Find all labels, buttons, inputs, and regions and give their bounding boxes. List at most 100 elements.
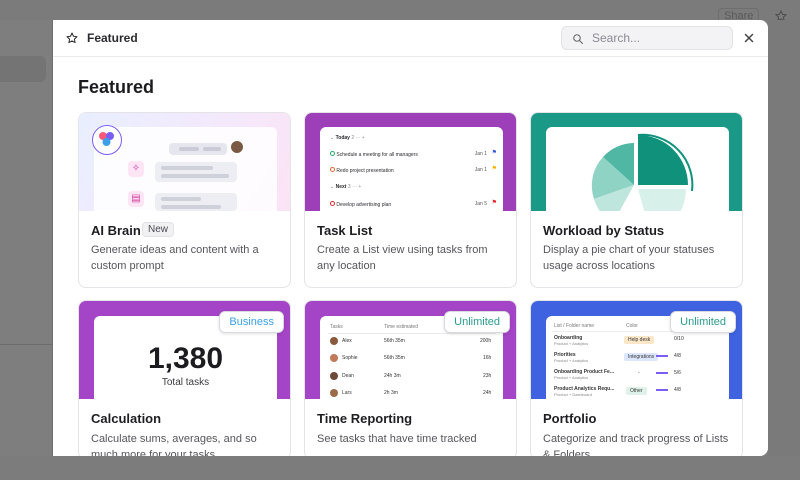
list-subtitle: Product + Analytics — [554, 375, 589, 380]
preview-line — [161, 166, 213, 170]
time-estimated: 24h 3m — [384, 373, 401, 379]
search-box[interactable] — [561, 26, 733, 50]
card-calculation[interactable]: 1,380 Total tasks Business Calculation C… — [78, 300, 291, 456]
card-ai-brain[interactable]: ✧ ▤ AI Brain New Generate ideas and cont… — [78, 112, 291, 288]
task-row: Schedule a meeting for all managers — [330, 151, 488, 158]
column-header: Tasks — [330, 324, 343, 330]
card-thumbnail: ⌄ Today 2 ··· + Schedule a meeting for a… — [305, 113, 516, 211]
avatar — [330, 372, 338, 380]
task-row: Redo project presentation — [330, 167, 488, 174]
card-workload-by-status[interactable]: Workload by Status Display a pie chart o… — [530, 112, 743, 288]
status-icon — [330, 201, 335, 206]
background-divider — [0, 344, 53, 345]
sparkle-icon: ✧ — [128, 161, 144, 177]
flag-icon: ⚑ — [491, 166, 497, 172]
calculation-caption: Total tasks — [161, 377, 210, 388]
card-title: AI Brain — [91, 223, 141, 238]
time-total: 200h — [480, 338, 492, 344]
background-sidebar — [0, 20, 53, 456]
avatar — [330, 389, 338, 397]
card-title: Workload by Status — [543, 223, 665, 238]
business-plan-badge: Business — [219, 311, 284, 333]
list-progress: 4/8 — [674, 353, 681, 359]
task-row: Develop advertising plan — [330, 201, 488, 208]
card-title: Task List — [317, 223, 373, 238]
preview-line — [161, 174, 229, 178]
unlimited-plan-badge: Unlimited — [444, 311, 510, 333]
task-date: Jan 1 — [474, 167, 487, 173]
modal-header: Featured — [53, 20, 768, 57]
task-date: Jan 1 — [474, 151, 487, 157]
color-tag: Help desk — [624, 336, 655, 344]
card-time-reporting[interactable]: Tasks Time estimated Alex 56th 35m 200h … — [304, 300, 517, 456]
search-input[interactable] — [592, 30, 727, 46]
time-estimated: 56th 35m — [384, 355, 405, 361]
pie-slice — [638, 189, 686, 211]
card-description: Create a List view using tasks from any … — [317, 244, 488, 272]
chevron-down-icon: ⌄ — [330, 184, 335, 190]
more-icon: ··· + — [355, 135, 365, 141]
column-header: Color — [626, 323, 638, 329]
close-icon[interactable] — [741, 30, 757, 46]
color-tag: - — [638, 370, 640, 376]
preview-line — [161, 205, 221, 209]
task-title: Redo project presentation — [336, 168, 394, 174]
card-title: Time Reporting — [317, 411, 413, 426]
person-name: Alex — [342, 338, 352, 344]
card-thumbnail: Tasks Time estimated Alex 56th 35m 200h … — [305, 301, 516, 399]
time-estimated: 56th 35m — [384, 338, 405, 344]
background-topbar — [0, 0, 800, 20]
background-right-area — [768, 20, 800, 456]
star-icon — [66, 31, 78, 49]
person-name: Lars — [342, 390, 352, 396]
card-title: Calculation — [91, 411, 162, 426]
time-total: 16h — [483, 355, 492, 361]
task-title: Develop advertising plan — [336, 202, 392, 208]
card-description: Display a pie chart of your statuses usa… — [543, 244, 715, 272]
calculation-value: 1,380 — [147, 342, 224, 375]
chevron-down-icon: ⌄ — [330, 135, 335, 141]
card-title: Portfolio — [543, 411, 597, 426]
group-name: Today — [335, 135, 350, 141]
person-name: Dean — [342, 373, 354, 379]
search-icon — [572, 32, 584, 50]
list-subtitle: Product + Dashboard — [554, 392, 592, 397]
task-title: Schedule a meeting for all managers — [336, 152, 418, 158]
section-title: Featured — [78, 77, 155, 97]
ai-brain-logo-icon — [92, 125, 122, 155]
list-subtitle: Product + Analytics — [554, 341, 589, 346]
group-count: 2 — [351, 135, 355, 141]
card-description: Calculate sums, averages, and so much mo… — [91, 433, 257, 456]
status-icon — [330, 167, 335, 172]
list-progress: 5/6 — [674, 370, 681, 376]
background-bottom — [0, 456, 800, 480]
task-group-header: ⌄ Next 3 ··· + — [330, 184, 488, 190]
color-tag: Integrations — [624, 353, 659, 361]
group-count: 3 — [347, 184, 351, 190]
progress-bar — [656, 372, 668, 374]
card-task-list[interactable]: ⌄ Today 2 ··· + Schedule a meeting for a… — [304, 112, 517, 288]
card-description: Categorize and track progress of Lists &… — [543, 433, 729, 456]
card-thumbnail: List / Folder name Color Onboarding Prod… — [531, 301, 742, 399]
list-progress: 0/10 — [674, 336, 684, 342]
modal-title: Featured — [87, 31, 138, 45]
task-group-header: ⌄ Today 2 ··· + — [330, 135, 488, 141]
task-date: Jan 5 — [474, 201, 487, 207]
divider — [328, 333, 496, 334]
card-portfolio[interactable]: List / Folder name Color Onboarding Prod… — [530, 300, 743, 456]
more-icon: ··· + — [352, 184, 362, 190]
flag-icon: ⚑ — [491, 200, 497, 206]
card-thumbnail — [531, 113, 742, 211]
card-thumbnail: 1,380 Total tasks Business — [79, 301, 290, 399]
preview-line — [179, 147, 199, 151]
card-description: See tasks that have time tracked — [317, 433, 477, 445]
background-sidebar-selected-item — [0, 56, 46, 82]
card-thumbnail: ✧ ▤ — [79, 113, 290, 211]
person-name: Sophie — [342, 355, 358, 361]
preview-line — [161, 197, 201, 201]
pie-slice — [638, 135, 688, 185]
list-progress: 4/8 — [674, 387, 681, 393]
avatar — [230, 140, 244, 154]
flag-icon: ⚑ — [491, 150, 497, 156]
color-tag: Other — [626, 387, 647, 395]
